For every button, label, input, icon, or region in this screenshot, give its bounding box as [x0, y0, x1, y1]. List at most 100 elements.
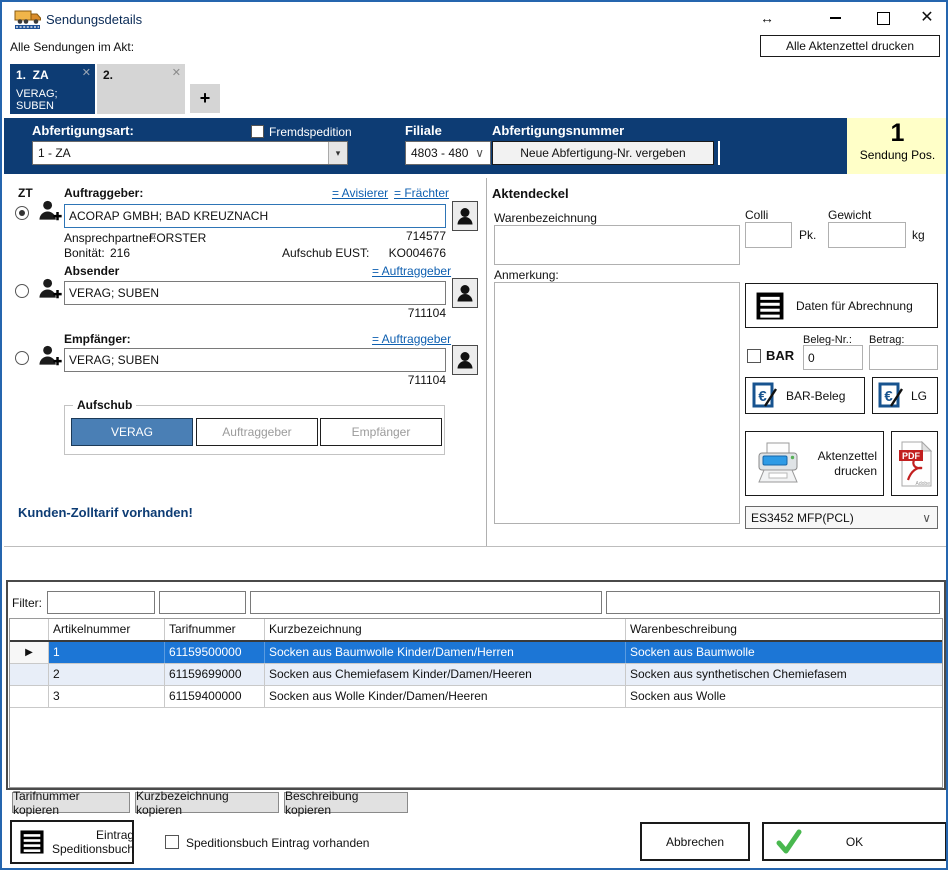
empfaenger-input[interactable] — [64, 348, 446, 372]
abfertigungsart-select[interactable]: 1 - ZA ▾ — [32, 141, 348, 165]
column-header-artikelnummer[interactable]: Artikelnummer — [49, 619, 165, 640]
table-cell[interactable]: Socken aus synthetischen Chemiefasem — [626, 664, 942, 685]
table-row[interactable]: 361159400000Socken aus Wolle Kinder/Dame… — [10, 686, 942, 708]
empfaenger-person-button[interactable] — [452, 345, 478, 375]
fremdspedition-checkbox[interactable] — [251, 125, 264, 138]
auftraggeber-input[interactable] — [64, 204, 446, 228]
add-person-icon[interactable] — [38, 343, 63, 375]
empfaenger-radio[interactable] — [15, 351, 29, 365]
table-row[interactable]: 261159699000Socken aus Chemiefasem Kinde… — [10, 664, 942, 686]
minimize-icon[interactable] — [824, 8, 846, 28]
aufschub-auftraggeber-button[interactable]: Auftraggeber — [196, 418, 318, 446]
fremdspedition-label: Fremdspedition — [269, 125, 352, 139]
warenbezeichnung-textarea[interactable] — [494, 225, 740, 265]
eintrag-speditionsbuch-button[interactable]: EintragSpeditionsbuch — [10, 820, 134, 864]
beleg-nr-input[interactable] — [803, 345, 863, 370]
filter-artikelnummer-input[interactable] — [47, 591, 155, 614]
filter-label: Filter: — [12, 596, 42, 610]
add-person-icon[interactable] — [38, 276, 63, 308]
absender-radio[interactable] — [15, 284, 29, 298]
tab2-close-icon[interactable]: ✕ — [172, 66, 181, 79]
pdf-button[interactable]: PDF Adobe — [891, 431, 938, 496]
copy-tarifnummer-button[interactable]: Tarifnummer kopieren — [12, 792, 130, 813]
auftraggeber-person-button[interactable] — [452, 201, 478, 231]
chevron-down-icon[interactable]: ∨ — [916, 511, 937, 525]
bar-label: BAR — [766, 348, 794, 363]
table-cell[interactable]: Socken aus Wolle Kinder/Damen/Heeren — [265, 686, 626, 707]
ansprechpartner-label: Ansprechpartner: — [64, 231, 156, 245]
fraechter-link[interactable]: = Frächter — [394, 186, 449, 200]
pdf-icon: PDF Adobe — [898, 441, 932, 487]
betrag-input[interactable] — [869, 345, 938, 370]
band-divider — [718, 141, 720, 165]
absender-person-button[interactable] — [452, 278, 478, 308]
bar-checkbox[interactable] — [747, 349, 761, 363]
warenbezeichnung-label: Warenbezeichnung — [494, 211, 597, 225]
table-cell[interactable]: Socken aus Chemiefasem Kinder/Damen/Heer… — [265, 664, 626, 685]
table-header: Artikelnummer Tarifnummer Kurzbezeichnun… — [10, 619, 942, 642]
table-cell[interactable]: 61159699000 — [165, 664, 265, 685]
articles-table-body: ▶161159500000Socken aus Baumwolle Kinder… — [10, 642, 942, 708]
tab-shipment-1[interactable]: 1. ZA ✕ VERAG; SUBEN — [10, 64, 95, 114]
aktenzettel-drucken-button[interactable]: Aktenzetteldrucken — [745, 431, 884, 496]
cancel-button[interactable]: Abbrechen — [640, 822, 750, 861]
anmerkung-textarea[interactable] — [494, 282, 740, 524]
empfaenger-auftraggeber-link[interactable]: = Auftraggeber — [372, 332, 451, 346]
daten-abrechnung-button[interactable]: Daten für Abrechnung — [745, 283, 938, 328]
auftraggeber-radio[interactable] — [15, 206, 29, 220]
row-selector — [10, 664, 49, 685]
avisierer-link[interactable]: = Avisierer — [332, 186, 388, 200]
print-all-aktenzettel-button[interactable]: Alle Aktenzettel drucken — [760, 35, 940, 57]
tab1-close-icon[interactable]: ✕ — [82, 66, 91, 79]
filiale-label: Filiale — [405, 123, 442, 138]
copy-kurzbezeichnung-button[interactable]: Kurzbezeichnung kopieren — [135, 792, 279, 813]
gewicht-label: Gewicht — [828, 208, 871, 222]
column-header-tarifnummer[interactable]: Tarifnummer — [165, 619, 265, 640]
dropdown-arrow-icon[interactable]: ▾ — [328, 142, 347, 164]
table-cell[interactable]: 61159400000 — [165, 686, 265, 707]
euro-document-icon: € — [752, 382, 778, 409]
gewicht-input[interactable] — [828, 222, 906, 248]
column-header-warenbeschreibung[interactable]: Warenbeschreibung — [626, 619, 942, 640]
kg-label: kg — [912, 228, 925, 242]
chevron-down-icon[interactable]: ∨ — [469, 146, 490, 160]
table-cell[interactable]: 1 — [49, 642, 165, 663]
table-row[interactable]: ▶161159500000Socken aus Baumwolle Kinder… — [10, 642, 942, 664]
aufschub-empfaenger-button[interactable]: Empfänger — [320, 418, 442, 446]
maximize-icon[interactable] — [872, 8, 894, 28]
new-abfertigungsnummer-button[interactable]: Neue Abfertigung-Nr. vergeben — [492, 141, 714, 165]
table-cell[interactable]: Socken aus Baumwolle Kinder/Damen/Herren — [265, 642, 626, 663]
table-cell[interactable]: 61159500000 — [165, 642, 265, 663]
copy-beschreibung-button[interactable]: Beschreibung kopieren — [284, 792, 408, 813]
filter-warenbeschreibung-input[interactable] — [606, 591, 940, 614]
add-shipment-button[interactable]: + — [190, 84, 220, 113]
ok-button[interactable]: OK — [762, 822, 947, 861]
absender-auftraggeber-link[interactable]: = Auftraggeber — [372, 264, 451, 278]
window-title: Sendungsdetails — [46, 12, 142, 27]
table-cell[interactable]: 3 — [49, 686, 165, 707]
close-icon[interactable]: ✕ — [916, 7, 938, 27]
filiale-select[interactable]: 4803 - 480 ∨ — [405, 141, 491, 165]
filter-tarifnummer-input[interactable] — [159, 591, 246, 614]
table-cell[interactable]: Socken aus Wolle — [626, 686, 942, 707]
section-divider — [4, 546, 948, 547]
ok-label: OK — [846, 835, 863, 849]
bonitaet-label: Bonität: — [64, 246, 105, 260]
auftraggeber-label: Auftraggeber: — [64, 186, 143, 200]
colli-input[interactable] — [745, 222, 792, 248]
resize-icon[interactable]: ↔ — [756, 8, 778, 28]
aufschub-verag-button[interactable]: VERAG — [71, 418, 193, 446]
lg-button[interactable]: € LG — [872, 377, 938, 414]
table-cell[interactable]: Socken aus Baumwolle — [626, 642, 942, 663]
absender-input[interactable] — [64, 281, 446, 305]
table-cell[interactable]: 2 — [49, 664, 165, 685]
position-count: 1 — [847, 118, 948, 148]
column-header-kurzbezeichnung[interactable]: Kurzbezeichnung — [265, 619, 626, 640]
printer-select[interactable]: ES3452 MFP(PCL) ∨ — [745, 506, 938, 529]
add-person-icon[interactable] — [38, 198, 63, 230]
speditionsbuch-checkbox[interactable] — [165, 835, 179, 849]
eintrag-label: EintragSpeditionsbuch — [52, 828, 134, 856]
bar-beleg-button[interactable]: € BAR-Beleg — [745, 377, 865, 414]
tab-shipment-2[interactable]: 2. ✕ — [97, 64, 185, 114]
filter-kurzbezeichnung-input[interactable] — [250, 591, 602, 614]
